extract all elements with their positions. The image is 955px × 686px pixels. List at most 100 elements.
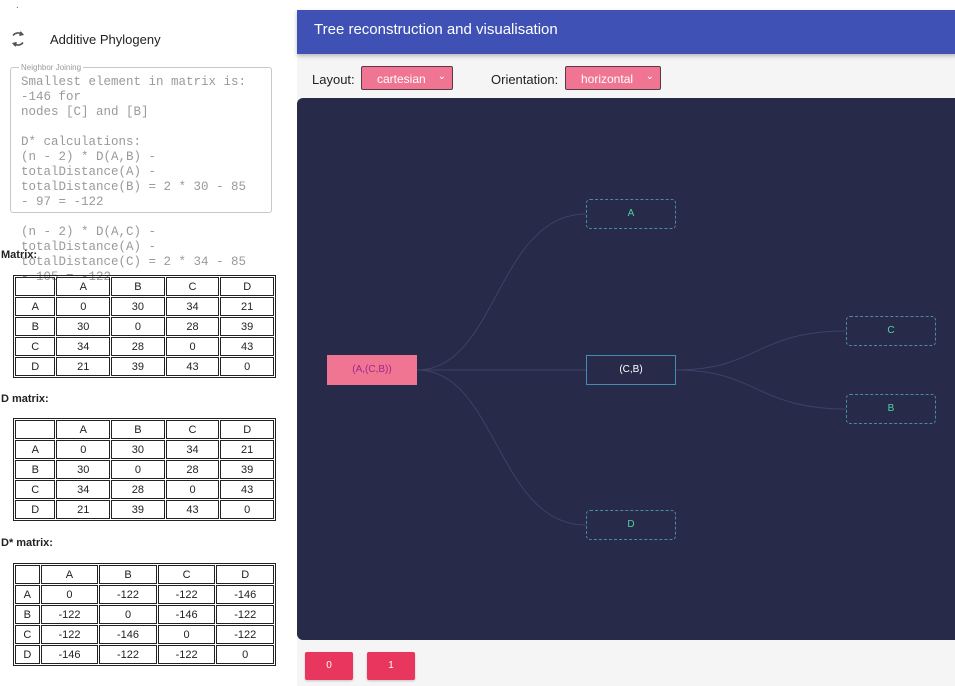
matrix-cell: 0 — [220, 500, 274, 519]
tree-node-label: A — [627, 208, 635, 219]
tree-link-root-d — [416, 369, 587, 526]
matrix-row-label: D — [15, 645, 40, 664]
matrix-cell: 39 — [111, 357, 165, 376]
matrix-row-label: A — [15, 585, 40, 604]
matrix-row: B 30 0 28 39 — [15, 460, 274, 479]
matrix-cell: -122 — [157, 645, 216, 664]
matrix-header-cell: B — [99, 565, 157, 584]
matrix-row: C 34 28 0 43 — [15, 480, 274, 499]
matrix-cell: 28 — [111, 337, 165, 356]
matrix-header-row: ABCD — [15, 277, 274, 296]
matrix-cell: 39 — [111, 500, 165, 519]
d-star-matrix-table: A B C D A 0 -122 -122 -146 B -122 0 -146 -122 C -122 -14… — [13, 563, 276, 666]
matrix-header-cell: B — [111, 420, 165, 439]
matrix-cell: 43 — [220, 480, 274, 499]
tree-node-cb[interactable]: (C,B) — [586, 355, 676, 385]
matrix-cell: 34 — [165, 440, 220, 459]
matrix-row-label: B — [15, 605, 40, 624]
app-bar: Tree reconstruction and visualisation — [297, 10, 955, 54]
matrix-cell: -146 — [157, 605, 216, 624]
matrix-cell: 0 — [56, 440, 111, 459]
step-1-button[interactable]: 1 — [367, 652, 415, 680]
matrix-header-cell: A — [56, 420, 111, 439]
neighbor-joining-panel[interactable]: Neighbor Joining Smallest element in mat… — [10, 63, 272, 284]
matrix-cell: 28 — [165, 317, 220, 336]
matrix-cell: 0 — [220, 357, 274, 376]
matrix-cell: 34 — [165, 297, 220, 316]
matrix-header-cell: C — [165, 277, 220, 296]
matrix-cell: 21 — [56, 500, 111, 519]
matrix-cell: 0 — [111, 460, 165, 479]
matrix-cell: 0 — [40, 585, 99, 604]
matrix-row-label: C — [15, 625, 40, 644]
chevron-down-icon: ⌄ — [437, 71, 446, 82]
matrix-row-label: A — [15, 440, 56, 459]
matrix-row-label: D — [15, 357, 56, 376]
matrix-cell: 0 — [99, 605, 157, 624]
matrix-row: D 21 39 43 0 — [15, 500, 274, 519]
matrix-cell: -146 — [40, 645, 99, 664]
matrix-cell: 21 — [220, 440, 274, 459]
matrix-header-cell: D — [216, 565, 274, 584]
matrix-cell: -122 — [99, 585, 157, 604]
left-panel: . Additive Phylogeny Neighbor Joining Sm… — [0, 0, 285, 686]
matrix-row-label: A — [15, 297, 56, 316]
matrix-cell: 28 — [165, 460, 220, 479]
orientation-label: Orientation: — [491, 72, 559, 87]
tree-node-label: (C,B) — [619, 364, 643, 375]
d-matrix-table: A B C D A 0 30 34 21 B 30 0 28 39 C 34 28 0 43 D 21 39 43 0 — [13, 418, 276, 521]
tree-node-root[interactable]: (A,(C,B)) — [327, 355, 417, 385]
step-0-button[interactable]: 0 — [305, 652, 353, 680]
matrix-cell: 43 — [165, 357, 220, 376]
d-matrix-label: D matrix: — [1, 393, 49, 405]
tree-link-root-a — [416, 213, 587, 371]
matrix-cell: 0 — [111, 317, 165, 336]
d-star-matrix-label: D* matrix: — [1, 537, 53, 549]
decorative-dot: . — [16, 0, 19, 11]
matrix-row: A 0 -122 -122 -146 — [15, 585, 274, 604]
tree-node-b[interactable]: B — [846, 394, 936, 424]
tree-node-label: (A,(C,B)) — [352, 364, 392, 375]
matrix-cell: 34 — [56, 337, 111, 356]
matrix-header-cell — [15, 420, 56, 439]
matrix-cell: 0 — [165, 480, 220, 499]
tree-node-d[interactable]: D — [586, 510, 676, 540]
matrix-cell: -146 — [99, 625, 157, 644]
layout-select[interactable]: cartesian ⌄ — [361, 66, 453, 90]
matrix-header-row: ABCD — [15, 420, 274, 439]
matrix-header-cell — [15, 565, 40, 584]
tree-link-cb-c — [675, 330, 847, 371]
matrix-row: C 34 28 0 43 — [15, 337, 274, 356]
matrix-row: C -122 -146 0 -122 — [15, 625, 274, 644]
matrix-cell: -122 — [216, 625, 274, 644]
matrix-cell: 0 — [216, 645, 274, 664]
tree-canvas[interactable]: (A,(C,B)) A (C,B) D C B — [297, 98, 955, 640]
matrix-table: A B C D A 0 30 34 21 B 30 0 28 39 C 34 28 0 43 D 21 39 43 0 — [13, 275, 276, 378]
matrix-cell: -122 — [157, 585, 216, 604]
matrix-cell: 30 — [56, 317, 111, 336]
visualisation-panel: Tree reconstruction and visualisation La… — [297, 10, 955, 686]
matrix-cell: -122 — [40, 625, 99, 644]
orientation-select[interactable]: horizontal ⌄ — [565, 66, 661, 90]
tree-link-cb-b — [675, 369, 847, 410]
refresh-icon[interactable] — [8, 29, 28, 49]
matrix-cell: -146 — [216, 585, 274, 604]
matrix-header-cell — [15, 277, 56, 296]
matrix-cell: 34 — [56, 480, 111, 499]
neighbor-joining-log: Smallest element in matrix is: -146 for … — [21, 75, 247, 284]
tree-node-c[interactable]: C — [846, 316, 936, 346]
matrix-header-cell: D — [220, 420, 274, 439]
matrix-header-row: ABCD — [15, 565, 274, 584]
tree-node-label: B — [887, 403, 895, 414]
matrix-row-label: B — [15, 460, 56, 479]
matrix-row: D -146 -122 -122 0 — [15, 645, 274, 664]
visualisation-title: Tree reconstruction and visualisation — [314, 21, 558, 38]
matrix-row: A 0 30 34 21 — [15, 440, 274, 459]
matrix-cell: 0 — [157, 625, 216, 644]
orientation-select-value: horizontal — [581, 72, 634, 86]
tree-node-a[interactable]: A — [586, 199, 676, 229]
matrix-cell: 30 — [111, 440, 165, 459]
matrix-row: A 0 30 34 21 — [15, 297, 274, 316]
matrix-cell: 39 — [220, 317, 274, 336]
tree-node-label: C — [887, 325, 895, 336]
